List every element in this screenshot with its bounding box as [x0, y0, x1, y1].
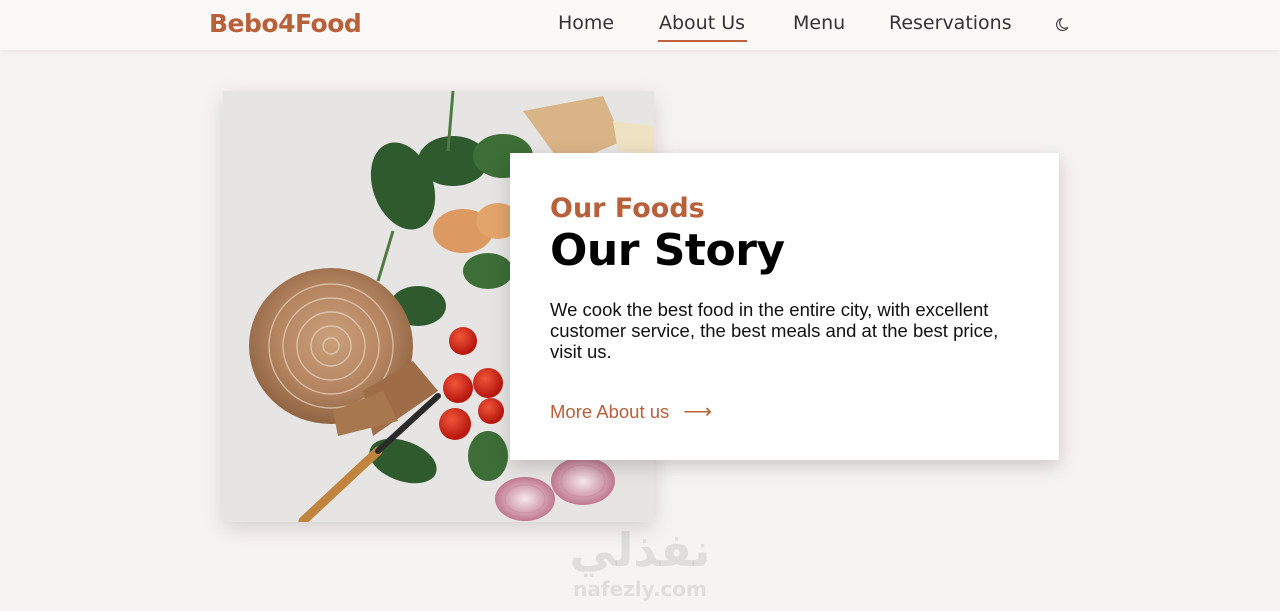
nav-reservations[interactable]: Reservations: [889, 12, 1012, 34]
nav-about-us[interactable]: About Us: [659, 12, 745, 34]
our-story-card: Our Foods Our Story We cook the best foo…: [510, 153, 1059, 460]
card-subtitle: Our Foods: [550, 193, 705, 224]
nav-home[interactable]: Home: [558, 12, 614, 34]
more-about-us-label: More About us: [550, 401, 670, 422]
navbar: Bebo4Food Home About Us Menu Reservation…: [0, 0, 1280, 50]
card-description: We cook the best food in the entire city…: [550, 299, 999, 362]
card-title: Our Story: [550, 225, 785, 276]
arrow-right-icon: ⟶: [683, 401, 712, 423]
moon-icon[interactable]: [1055, 15, 1073, 33]
nav-menu[interactable]: Menu: [793, 12, 845, 34]
watermark: نفذلي nafezly.com: [540, 522, 740, 611]
watermark-latin: nafezly.com: [573, 577, 707, 601]
brand-logo[interactable]: Bebo4Food: [209, 9, 362, 38]
watermark-arabic: نفذلي: [569, 523, 711, 577]
more-about-us-link[interactable]: More About us ⟶: [550, 399, 712, 424]
active-nav-underline: [658, 40, 747, 42]
